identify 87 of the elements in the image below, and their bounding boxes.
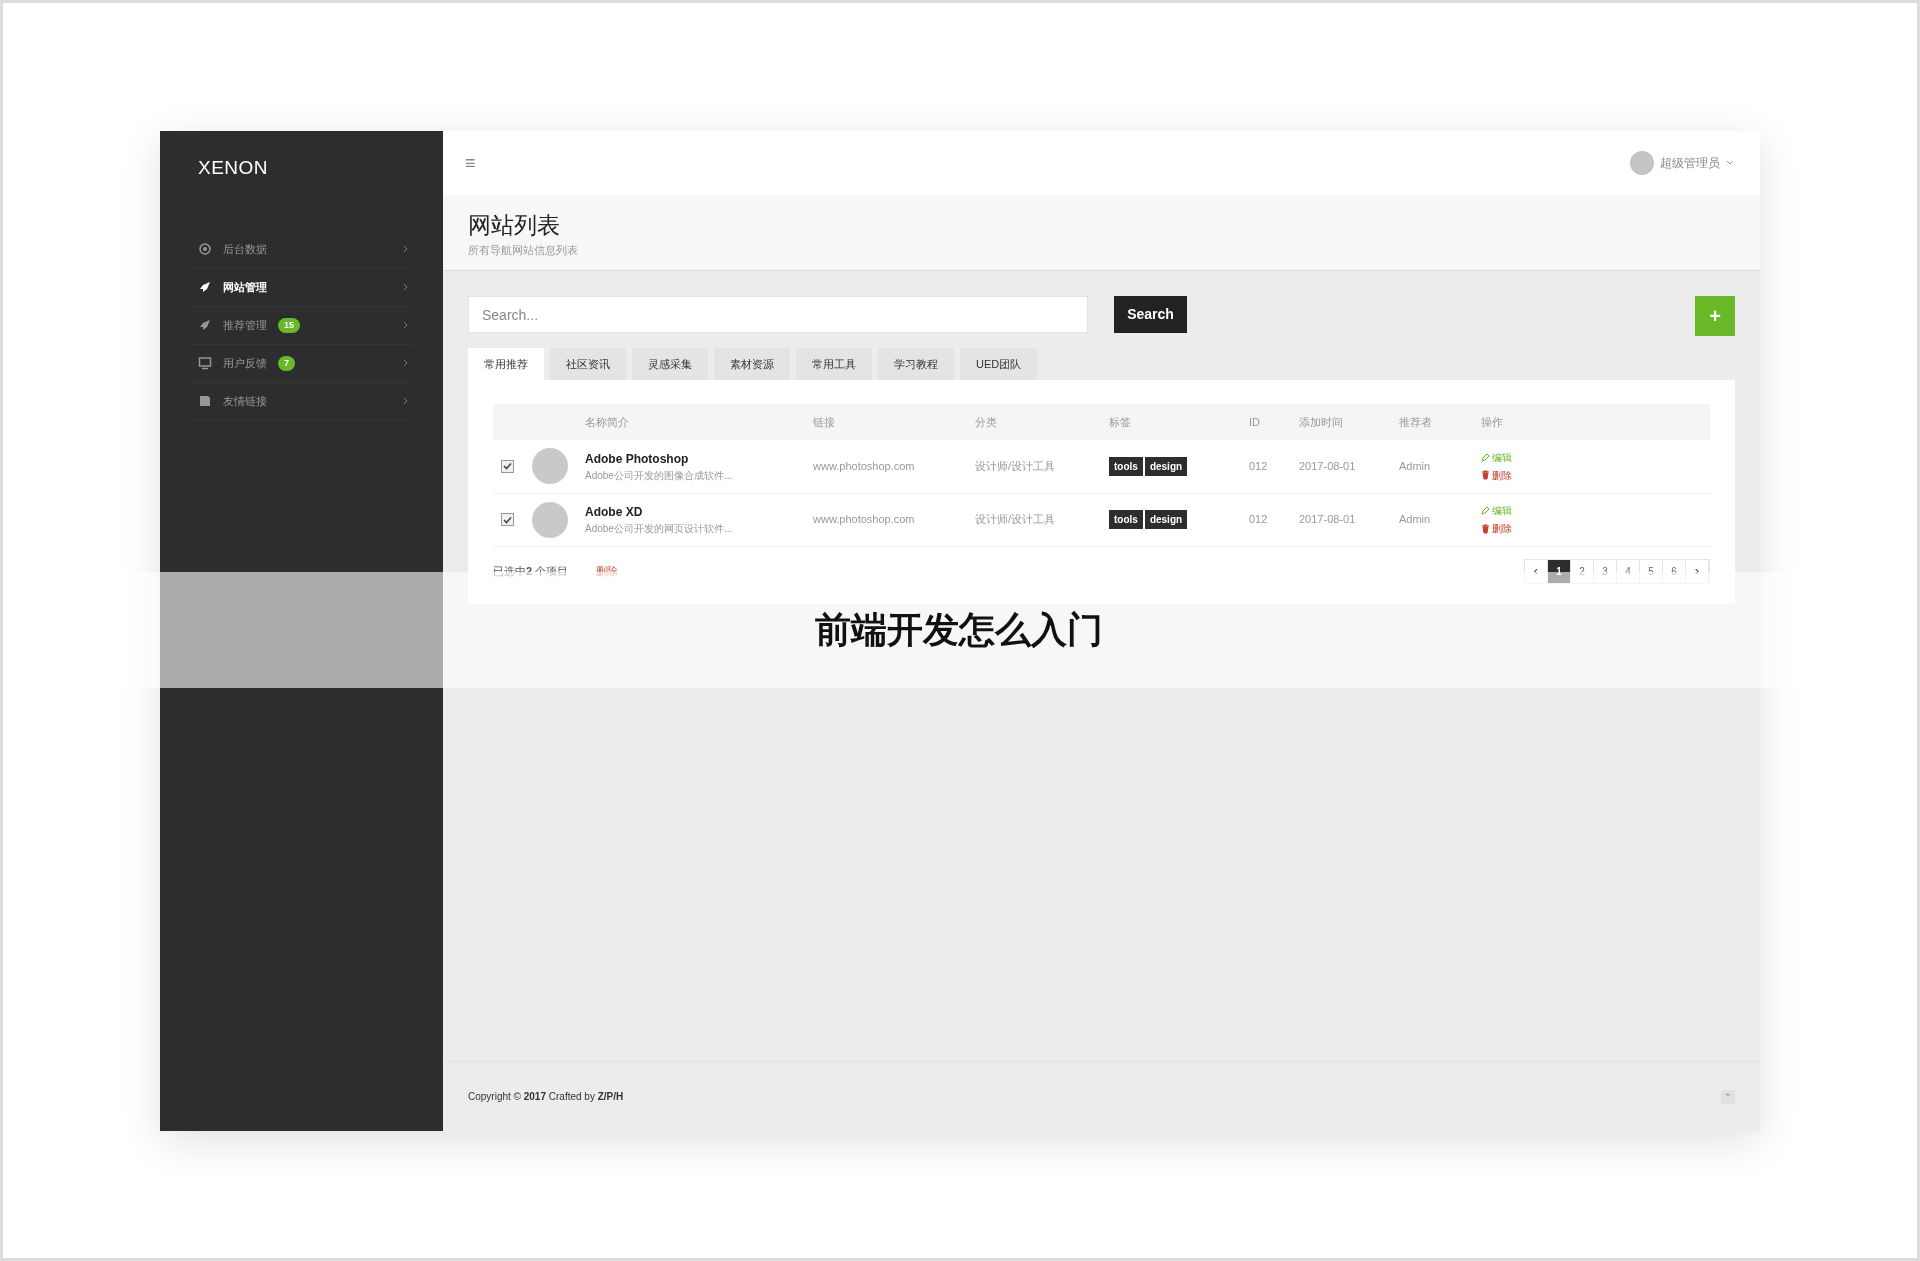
- site-description: Adobe公司开发的图像合成软件...: [585, 468, 734, 483]
- sidebar-item[interactable]: 网站管理: [190, 268, 413, 307]
- site-description: Adobe公司开发的网页设计软件...: [585, 522, 734, 536]
- column-header: ID: [1249, 415, 1260, 428]
- column-header: 添加时间: [1299, 415, 1343, 428]
- tag: tools: [1109, 510, 1143, 529]
- avatar: [532, 501, 568, 538]
- avatar: [532, 448, 568, 485]
- site-name: Adobe Photoshop: [585, 450, 690, 468]
- tag: tools: [1109, 456, 1143, 476]
- rocket-icon: [198, 318, 212, 332]
- search-button[interactable]: Search: [1114, 296, 1187, 333]
- tab[interactable]: 学习教程: [878, 348, 954, 380]
- column-header: 链接: [813, 415, 835, 428]
- tab[interactable]: 常用推荐: [468, 348, 544, 380]
- count-badge: 7: [278, 355, 295, 371]
- check-icon: [503, 515, 512, 524]
- chevron-right-icon: [403, 245, 408, 253]
- delete-link[interactable]: 删除: [1481, 521, 1710, 536]
- page-button[interactable]: 6: [1663, 559, 1686, 583]
- trash-icon: [1481, 470, 1490, 481]
- delete-link[interactable]: 删除: [1481, 467, 1710, 483]
- tab[interactable]: 灵感采集: [632, 348, 708, 380]
- avatar: [1630, 151, 1654, 175]
- pencil-icon: [1481, 452, 1490, 462]
- count-badge: 15: [278, 317, 300, 333]
- table-cell: 2017-08-01: [1299, 460, 1356, 472]
- page-subtitle: 所有导航网站信息列表: [468, 243, 579, 258]
- delete-link[interactable]: 删除: [596, 562, 619, 580]
- column-header: 分类: [975, 415, 997, 428]
- sidebar-label: 网站管理: [223, 279, 267, 295]
- banner-title: 前端开发怎么入门: [815, 608, 1103, 652]
- chevron-right-icon: [403, 397, 408, 405]
- chevron-right-icon: [403, 359, 408, 367]
- table-cell: www.photoshop.com: [813, 513, 915, 526]
- tag: design: [1144, 456, 1188, 476]
- page-button[interactable]: 3: [1594, 559, 1617, 583]
- table-cell: Admin: [1399, 513, 1431, 526]
- back-to-top-button[interactable]: ⌃: [1721, 1089, 1735, 1104]
- trash-icon: [1481, 523, 1490, 534]
- page-title: 网站列表: [468, 211, 560, 239]
- column-header: 推荐者: [1399, 415, 1432, 428]
- tab[interactable]: 常用工具: [796, 348, 872, 380]
- sidebar-label: 用户反馈: [223, 355, 267, 371]
- tab[interactable]: UED团队: [960, 348, 1038, 380]
- rocket-icon: [198, 280, 212, 294]
- copyright-text: Copyright © 2017 Crafted by Z/P/H: [468, 1090, 624, 1104]
- gauge-icon: [198, 242, 212, 256]
- site-name: Adobe XD: [585, 504, 644, 521]
- user-menu[interactable]: 超级管理员: [1660, 154, 1720, 172]
- tag: design: [1144, 510, 1188, 529]
- table-cell: www.photoshop.com: [813, 460, 915, 472]
- logo: XENON: [198, 156, 268, 180]
- column-header: 名称简介: [585, 415, 629, 428]
- pencil-icon: [1481, 506, 1490, 515]
- table-cell: 2017-08-01: [1299, 513, 1356, 526]
- monitor-icon: [198, 356, 212, 370]
- chevron-down-icon: [1726, 160, 1734, 166]
- check-icon: [503, 462, 512, 471]
- table-cell: Admin: [1399, 460, 1431, 472]
- row-checkbox[interactable]: [501, 513, 514, 526]
- page-button[interactable]: 1: [1548, 559, 1571, 583]
- chevron-right-icon: [403, 321, 408, 329]
- menu-icon[interactable]: ≡: [465, 149, 476, 177]
- column-header: 标签: [1109, 415, 1131, 428]
- tab[interactable]: 素材资源: [714, 348, 790, 380]
- sidebar-label: 推荐管理: [223, 317, 267, 333]
- sidebar-item[interactable]: 友情链接: [190, 382, 413, 421]
- search-field[interactable]: Search...: [468, 296, 1088, 333]
- chevron-right-icon: [403, 283, 408, 291]
- column-header: 操作: [1481, 415, 1503, 428]
- tab[interactable]: 社区资讯: [550, 348, 626, 380]
- row-checkbox[interactable]: [501, 459, 514, 473]
- document-icon: [198, 394, 212, 408]
- selection-count: 已选中2 个项目: [493, 563, 569, 579]
- table-cell: 设计师/设计工具: [975, 513, 1056, 526]
- sidebar-label: 友情链接: [223, 393, 267, 409]
- table-cell: 012: [1249, 460, 1268, 472]
- page-button[interactable]: 2: [1571, 559, 1594, 583]
- sidebar-item[interactable]: 后台数据: [190, 230, 413, 269]
- page-button[interactable]: 5: [1640, 559, 1663, 583]
- table-cell: 012: [1249, 513, 1268, 526]
- sidebar-item[interactable]: 用户反馈 7: [190, 344, 413, 383]
- sidebar-label: 后台数据: [223, 241, 267, 257]
- sidebar-item[interactable]: 推荐管理 15: [190, 306, 413, 345]
- table-cell: 设计师/设计工具: [975, 460, 1056, 472]
- next-page-button[interactable]: ›: [1686, 559, 1709, 583]
